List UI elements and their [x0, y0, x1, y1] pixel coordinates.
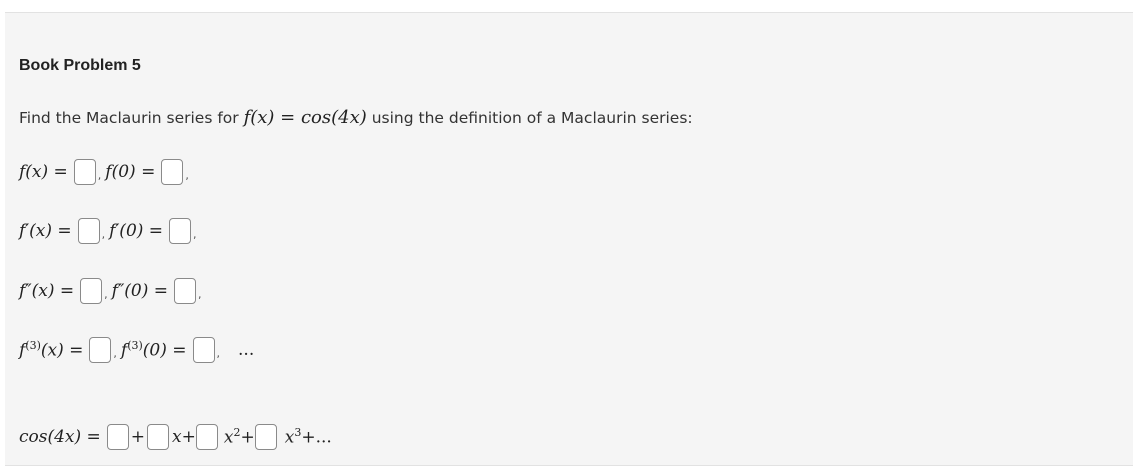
series-row: cos(4x) = + x+ x2+ x3+... [19, 424, 332, 450]
intro-text-after: using the definition of a Maclaurin seri… [371, 109, 693, 127]
plus-sign: + [130, 427, 146, 447]
comma: , [198, 288, 202, 301]
comma: , [104, 288, 108, 301]
comma: , [97, 169, 102, 182]
input-f-third-0[interactable] [192, 337, 215, 363]
label-f-double-prime-x: f″(x) = [19, 281, 75, 301]
input-coef-0[interactable] [106, 424, 129, 450]
input-f-x[interactable] [73, 159, 96, 185]
input-f-double-prime-x[interactable] [80, 278, 103, 304]
input-f-double-prime-0[interactable] [174, 278, 197, 304]
label-f-double-prime-0: f″(0) = [111, 281, 169, 301]
label-f-third-x: f(3)(x) = [19, 339, 84, 361]
label-x3-term: x3+... [284, 426, 332, 448]
label-x2-term: x2+ [223, 426, 255, 448]
input-coef-3[interactable] [254, 424, 277, 450]
row-f: f(x) = , f(0) = , [19, 159, 193, 185]
input-f-0[interactable] [161, 159, 184, 185]
label-f-0: f(0) = [105, 162, 156, 182]
label-f-x: f(x) = [19, 162, 68, 182]
intro-text-before: Find the Maclaurin series for [19, 109, 239, 127]
comma: , [101, 228, 106, 241]
comma: , [216, 347, 221, 360]
label-series-lhs: cos(4x) = [19, 427, 101, 447]
problem-statement: Find the Maclaurin series for f(x) = cos… [19, 107, 693, 128]
row-f-third: f(3)(x) = , f(3)(0) = , ... [19, 337, 254, 363]
input-f-third-x[interactable] [89, 337, 112, 363]
input-coef-1[interactable] [147, 424, 170, 450]
label-f-prime-0: f′(0) = [109, 221, 164, 241]
comma: , [193, 228, 197, 241]
input-f-prime-x[interactable] [77, 218, 100, 244]
ellipsis: ... [238, 340, 255, 360]
label-f-prime-x: f′(x) = [19, 221, 72, 241]
input-f-prime-0[interactable] [169, 218, 192, 244]
problem-panel: Book Problem 5 Find the Maclaurin series… [5, 12, 1133, 466]
problem-title: Book Problem 5 [19, 57, 141, 74]
intro-function: f(x) = cos(4x) [243, 107, 367, 128]
input-coef-2[interactable] [195, 424, 218, 450]
row-f-double-prime: f″(x) = , f″(0) = , [19, 278, 206, 304]
row-f-prime: f′(x) = , f′(0) = , [19, 218, 201, 244]
comma: , [113, 347, 117, 360]
label-f-third-0: f(3)(0) = [120, 339, 187, 361]
label-x-term: x+ [172, 427, 196, 447]
comma: , [185, 169, 189, 182]
